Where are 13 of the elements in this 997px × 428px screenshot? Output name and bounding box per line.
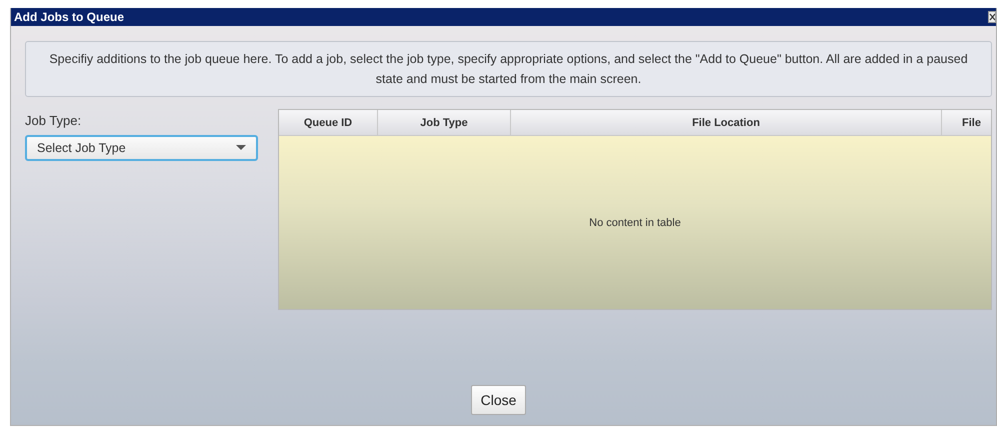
window-title: Add Jobs to Queue	[14, 10, 124, 24]
close-dialog-button[interactable]: Close	[470, 385, 526, 415]
close-icon	[989, 13, 995, 21]
empty-message: No content in table	[589, 216, 681, 228]
job-type-label: Job Type:	[25, 113, 82, 128]
column-header[interactable]: File Location	[511, 110, 942, 135]
column-header[interactable]: Job Type	[378, 110, 511, 135]
job-type-dropdown[interactable]: Select Job Type	[25, 135, 258, 161]
caret-icon	[236, 145, 246, 151]
close-button[interactable]	[988, 11, 996, 23]
column-header[interactable]: File	[942, 110, 991, 135]
instructions-text: Specifiy additions to the job queue here. To add a job, select the job type, specify appropriate options, and select the "Add to Queue" button. All are added in a paused state and must be started from the main screen.	[49, 52, 968, 86]
column-header[interactable]: Queue ID	[279, 110, 378, 135]
